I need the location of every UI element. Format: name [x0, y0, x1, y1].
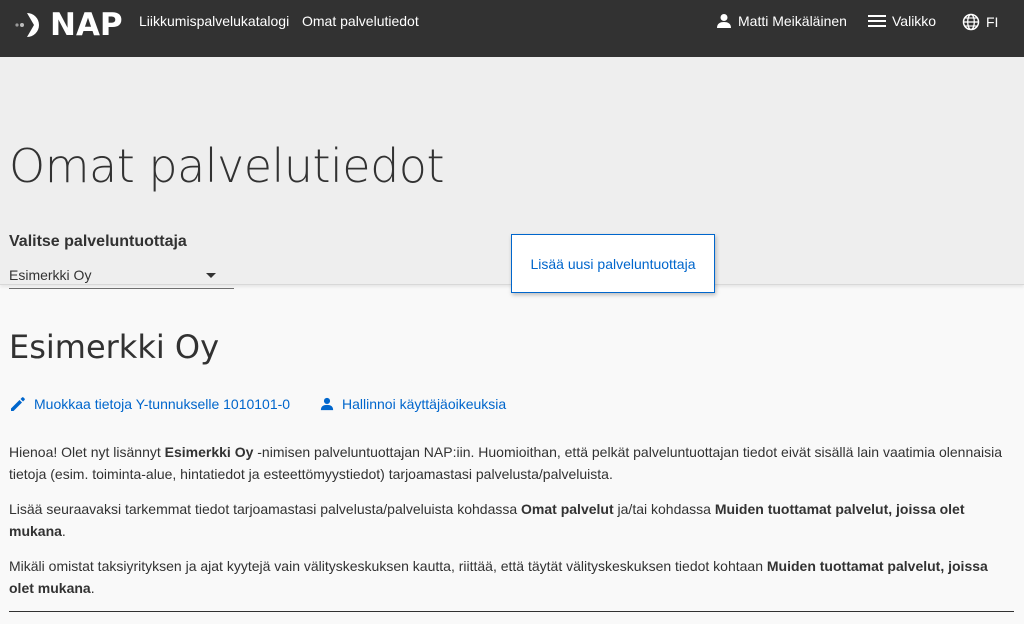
nav-link-catalog[interactable]: Liikkumispalvelukatalogi — [139, 13, 289, 29]
p3-text-c: . — [90, 580, 95, 596]
language-selector[interactable]: FI — [962, 13, 998, 31]
edit-company-link[interactable]: Muokkaa tietoja Y-tunnukselle 1010101-0 — [10, 396, 290, 412]
user-icon — [717, 14, 731, 28]
user-name: Matti Meikäläinen — [738, 13, 847, 29]
pencil-icon — [11, 397, 25, 411]
p3-text-a: Mikäli omistat taksiyrityksen ja ajat ky… — [9, 558, 767, 574]
section-divider — [9, 611, 1014, 612]
p1-text-a: Hienoa! Olet nyt lisännyt — [9, 444, 165, 460]
company-name-heading: Esimerkki Oy — [9, 328, 220, 366]
dropdown-caret-icon — [206, 273, 216, 278]
p2-text-e: . — [61, 523, 66, 539]
manage-user-rights-link[interactable]: Hallinnoi käyttäjäoikeuksia — [320, 396, 506, 412]
main-menu-button[interactable]: Valikko — [868, 13, 936, 29]
user-icon — [320, 397, 334, 411]
p1-company-name: Esimerkki Oy — [164, 444, 254, 460]
nap-logo[interactable]: NAP — [14, 7, 123, 43]
service-provider-select-label: Valitse palveluntuottaja — [9, 233, 187, 250]
user-menu[interactable]: Matti Meikäläinen — [716, 13, 847, 29]
language-label: FI — [986, 14, 999, 30]
logo-text: NAP — [50, 7, 123, 43]
menu-label: Valikko — [892, 13, 937, 29]
info-paragraph-1: Hienoa! Olet nyt lisännyt Esimerkki Oy -… — [9, 441, 1014, 485]
page-header-section: Omat palvelutiedot Valitse palveluntuott… — [0, 57, 1024, 293]
info-paragraph-3: Mikäli omistat taksiyrityksen ja ajat ky… — [9, 555, 1014, 599]
globe-icon — [962, 13, 980, 31]
nap-logo-icon — [15, 13, 39, 37]
p2-text-c: ja/tai kohdassa — [613, 501, 715, 517]
nav-link-own-services[interactable]: Omat palvelutiedot — [302, 13, 419, 29]
info-paragraph-2: Lisää seuraavaksi tarkemmat tiedot tarjo… — [9, 498, 1014, 542]
selected-provider: Esimerkki Oy — [9, 267, 92, 283]
hamburger-menu-icon — [868, 15, 886, 27]
p2-own-services: Omat palvelut — [521, 501, 614, 517]
service-provider-select[interactable]: Esimerkki Oy — [9, 261, 234, 289]
top-navigation-bar: NAP Liikkumispalvelukatalogi Omat palvel… — [0, 0, 1024, 57]
manage-user-rights-label: Hallinnoi käyttäjäoikeuksia — [342, 396, 507, 412]
p2-text-a: Lisää seuraavaksi tarkemmat tiedot tarjo… — [9, 501, 522, 517]
edit-company-label: Muokkaa tietoja Y-tunnukselle 1010101-0 — [34, 396, 291, 412]
add-service-provider-button[interactable]: Lisää uusi palveluntuottaja — [511, 234, 715, 293]
page-title: Omat palvelutiedot — [9, 139, 445, 193]
